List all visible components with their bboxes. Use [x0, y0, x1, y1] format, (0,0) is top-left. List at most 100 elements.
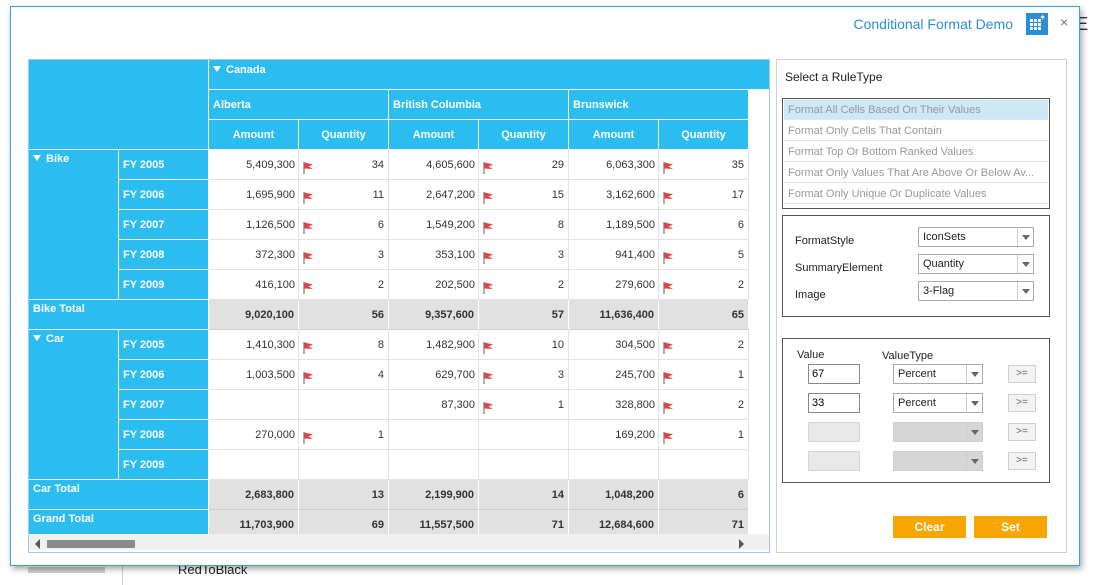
row-header-category[interactable]: Bike	[29, 150, 119, 300]
column-header-amount[interactable]: Amount	[209, 120, 299, 150]
row-header-year[interactable]: FY 2005	[119, 330, 209, 360]
table-cell-quantity: 4	[299, 360, 389, 390]
flag-icon	[661, 217, 675, 234]
condition-value-input[interactable]	[808, 451, 860, 471]
column-header-amount[interactable]: Amount	[389, 120, 479, 150]
total-cell-quantity: 56	[299, 300, 389, 330]
condition-valuetype-dropdown[interactable]	[893, 451, 983, 471]
table-cell-quantity: 3	[479, 360, 569, 390]
set-button[interactable]: Set	[974, 516, 1047, 538]
condition-operator-button[interactable]: >=	[1008, 452, 1036, 470]
condition-operator-button[interactable]: >=	[1008, 365, 1036, 383]
rule-type-item[interactable]: Format Top Or Bottom Ranked Values	[784, 142, 1048, 162]
row-header-year[interactable]: FY 2006	[119, 360, 209, 390]
table-cell-quantity: 3	[479, 240, 569, 270]
scroll-left-arrow-icon[interactable]	[35, 539, 40, 549]
condition-valuetype-dropdown[interactable]: Percent	[893, 393, 983, 413]
table-cell-amount: 1,410,300	[209, 330, 299, 360]
collapse-icon[interactable]	[33, 155, 41, 161]
table-cell-quantity: 1	[659, 360, 749, 390]
table-cell-amount: 416,100	[209, 270, 299, 300]
column-header-quantity[interactable]: Quantity	[299, 120, 389, 150]
table-cell-quantity: 6	[299, 210, 389, 240]
grid-settings-icon[interactable]: ✦	[1026, 13, 1048, 35]
flag-icon	[481, 337, 495, 354]
collapse-icon[interactable]	[33, 335, 41, 341]
table-cell-amount	[209, 450, 299, 480]
pivot-grid[interactable]: Canada Alberta Amount Quantity British Colum…	[28, 59, 770, 553]
row-header-year[interactable]: FY 2009	[119, 450, 209, 480]
total-cell-amount: 1,048,200	[569, 480, 659, 510]
row-header-total[interactable]: Car Total	[29, 480, 209, 510]
table-cell-quantity	[479, 450, 569, 480]
flag-icon	[661, 157, 675, 174]
rule-panel: Select a RuleType Format All Cells Based…	[776, 59, 1067, 553]
table-cell-amount: 1,549,200	[389, 210, 479, 240]
horizontal-scroll-thumb[interactable]	[47, 540, 135, 548]
table-cell-amount: 279,600	[569, 270, 659, 300]
condition-operator-button[interactable]: >=	[1008, 423, 1036, 441]
rule-type-list[interactable]: Format All Cells Based On Their Values Fo…	[782, 98, 1050, 209]
rule-type-item[interactable]: Format Only Cells That Contain	[784, 121, 1048, 141]
table-cell-amount: 1,695,900	[209, 180, 299, 210]
flag-icon	[481, 157, 495, 174]
condition-value-input[interactable]: 33	[808, 393, 860, 413]
table-cell-amount: 245,700	[569, 360, 659, 390]
total-cell-quantity: 65	[659, 300, 749, 330]
rule-type-item[interactable]: Format Only Values That Are Above Or Bel…	[784, 163, 1048, 183]
rule-type-item[interactable]: Format All Cells Based On Their Values	[784, 100, 1048, 120]
row-header-year[interactable]: FY 2008	[119, 240, 209, 270]
close-button[interactable]: ×	[1060, 14, 1068, 30]
table-cell-amount: 6,063,300	[569, 150, 659, 180]
row-header-total[interactable]: Bike Total	[29, 300, 209, 330]
clear-button[interactable]: Clear	[893, 516, 966, 538]
pivot-corner	[29, 60, 209, 150]
condition-valuetype-dropdown[interactable]: Percent	[893, 364, 983, 384]
row-header-category[interactable]: Car	[29, 330, 119, 480]
row-header-year[interactable]: FY 2007	[119, 210, 209, 240]
table-cell-quantity: 6	[659, 210, 749, 240]
table-cell-amount	[389, 450, 479, 480]
row-header-year[interactable]: FY 2005	[119, 150, 209, 180]
format-style-dropdown[interactable]: IconSets	[918, 227, 1034, 247]
collapse-icon[interactable]	[213, 66, 221, 72]
chevron-down-icon	[966, 365, 982, 383]
column-header-country[interactable]: Canada	[209, 60, 769, 90]
table-cell-amount: 629,700	[389, 360, 479, 390]
table-cell-amount: 353,100	[389, 240, 479, 270]
table-cell-amount: 1,189,500	[569, 210, 659, 240]
condition-operator-button[interactable]: >=	[1008, 394, 1036, 412]
summary-element-dropdown[interactable]: Quantity	[918, 254, 1034, 274]
table-cell-quantity: 10	[479, 330, 569, 360]
rule-type-item[interactable]: Format Only Unique Or Duplicate Values	[784, 184, 1048, 204]
table-cell-quantity: 2	[479, 270, 569, 300]
value-column-label: Value	[797, 349, 825, 361]
column-header-amount[interactable]: Amount	[569, 120, 659, 150]
column-header-quantity[interactable]: Quantity	[479, 120, 569, 150]
flag-icon	[301, 337, 315, 354]
total-cell-quantity: 6	[659, 480, 749, 510]
column-header-province[interactable]: Brunswick	[569, 90, 749, 120]
column-header-province[interactable]: British Columbia	[389, 90, 569, 120]
total-cell-amount: 2,199,900	[389, 480, 479, 510]
chevron-down-icon	[1017, 255, 1033, 273]
row-header-year[interactable]: FY 2007	[119, 390, 209, 420]
condition-value-input[interactable]: 67	[808, 364, 860, 384]
condition-valuetype-dropdown[interactable]	[893, 422, 983, 442]
table-cell-quantity: 15	[479, 180, 569, 210]
image-dropdown[interactable]: 3-Flag	[918, 281, 1034, 301]
scroll-right-arrow-icon[interactable]	[739, 539, 744, 549]
column-header-quantity[interactable]: Quantity	[659, 120, 749, 150]
condition-value-input[interactable]	[808, 422, 860, 442]
row-header-year[interactable]: FY 2006	[119, 180, 209, 210]
table-cell-quantity: 2	[299, 270, 389, 300]
chevron-down-icon	[966, 452, 982, 470]
horizontal-scrollbar[interactable]	[29, 534, 769, 550]
table-cell-amount: 169,200	[569, 420, 659, 450]
column-header-province[interactable]: Alberta	[209, 90, 389, 120]
table-cell-quantity: 35	[659, 150, 749, 180]
flag-icon	[301, 427, 315, 444]
chevron-down-icon	[966, 423, 982, 441]
row-header-year[interactable]: FY 2009	[119, 270, 209, 300]
row-header-year[interactable]: FY 2008	[119, 420, 209, 450]
